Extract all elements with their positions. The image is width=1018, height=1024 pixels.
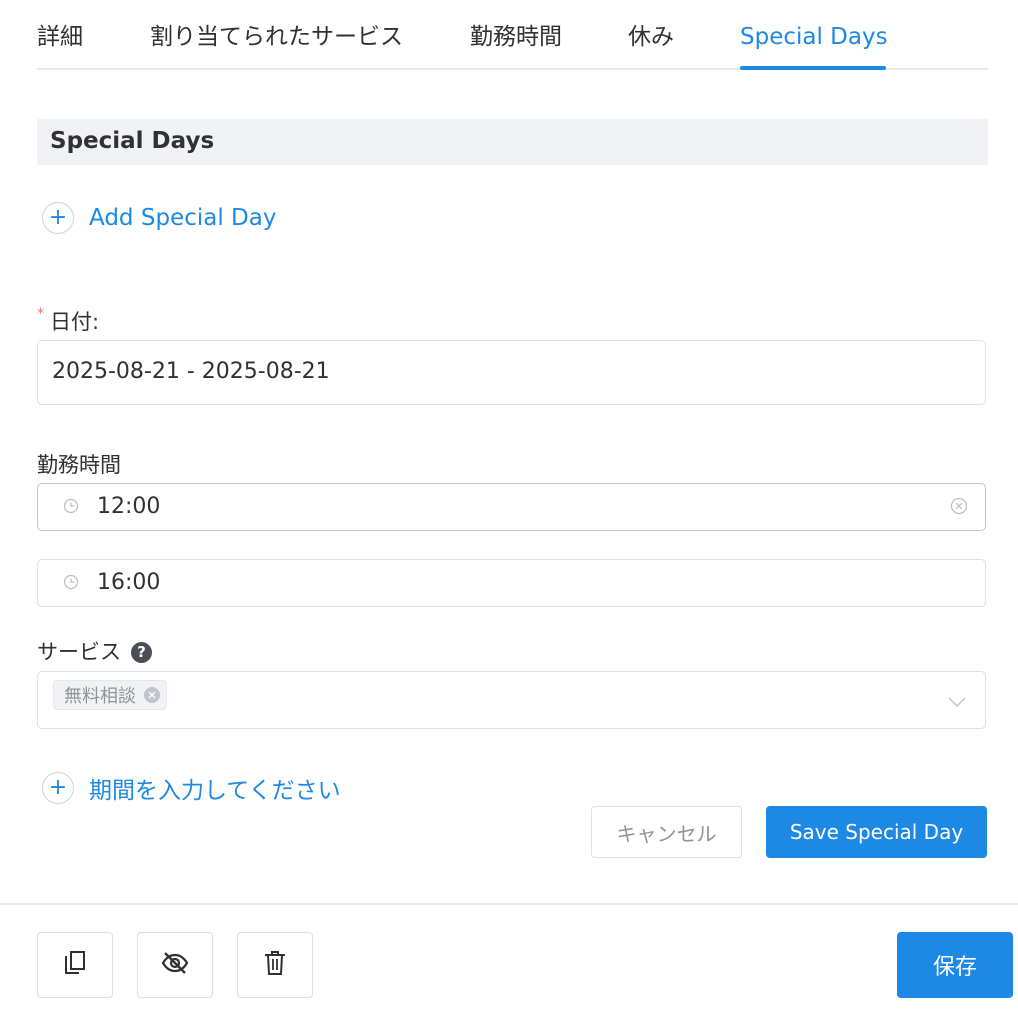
plus-circle-icon: + — [42, 772, 74, 804]
delete-button[interactable] — [237, 932, 313, 998]
services-label-text: サービス — [37, 640, 121, 664]
tag-remove-icon[interactable] — [144, 687, 160, 703]
end-time-value: 16:00 — [97, 570, 161, 595]
clock-icon — [63, 498, 79, 518]
tab-working-hours[interactable]: 勤務時間 — [470, 20, 562, 54]
service-tag-label: 無料相談 — [64, 686, 136, 707]
tab-days-off[interactable]: 休み — [628, 20, 674, 54]
delete-icon — [263, 949, 287, 981]
section-title: Special Days — [50, 128, 215, 154]
add-period-label: 期間を入力してください — [89, 778, 341, 804]
tab-special-days[interactable]: Special Days — [740, 20, 888, 54]
date-label-text: 日付: — [50, 310, 100, 334]
tab-details[interactable]: 詳細 — [37, 20, 83, 54]
services-select[interactable]: 無料相談 — [37, 671, 986, 729]
duplicate-button[interactable] — [37, 932, 113, 998]
working-hours-label: 勤務時間 — [37, 453, 121, 477]
special-days-page: 詳細 割り当てられたサービス 勤務時間 休み Special Days Spec… — [0, 0, 1018, 1024]
section-header: Special Days — [37, 119, 988, 165]
add-special-day-link[interactable]: + Add Special Day — [42, 202, 276, 234]
start-time-input[interactable]: 12:00 — [37, 483, 986, 531]
hide-button[interactable] — [137, 932, 213, 998]
tab-assigned-services[interactable]: 割り当てられたサービス — [150, 20, 403, 54]
save-button[interactable]: 保存 — [897, 932, 1013, 998]
date-label: * 日付: — [37, 306, 99, 336]
date-range-input[interactable]: 2025-08-21 - 2025-08-21 — [37, 340, 986, 405]
start-time-value: 12:00 — [97, 494, 161, 519]
add-period-link[interactable]: + 期間を入力してください — [42, 771, 341, 805]
save-special-day-button[interactable]: Save Special Day — [766, 806, 987, 858]
help-icon[interactable]: ? — [131, 641, 152, 663]
clear-icon[interactable] — [950, 497, 968, 519]
duplicate-icon — [62, 949, 88, 981]
end-time-input[interactable]: 16:00 — [37, 559, 986, 607]
chevron-down-icon[interactable] — [947, 693, 967, 712]
plus-circle-icon: + — [42, 202, 74, 234]
services-label: サービス? — [37, 636, 152, 666]
footer-divider — [0, 903, 1018, 905]
date-range-value: 2025-08-21 - 2025-08-21 — [52, 359, 330, 384]
required-mark: * — [37, 306, 44, 322]
tab-bar: 詳細 割り当てられたサービス 勤務時間 休み Special Days — [37, 0, 988, 70]
add-special-day-label: Add Special Day — [89, 205, 277, 231]
hide-icon — [160, 950, 190, 980]
clock-icon — [63, 574, 79, 594]
active-tab-indicator — [740, 66, 886, 70]
service-tag: 無料相談 — [53, 680, 167, 710]
cancel-button[interactable]: キャンセル — [591, 806, 742, 858]
